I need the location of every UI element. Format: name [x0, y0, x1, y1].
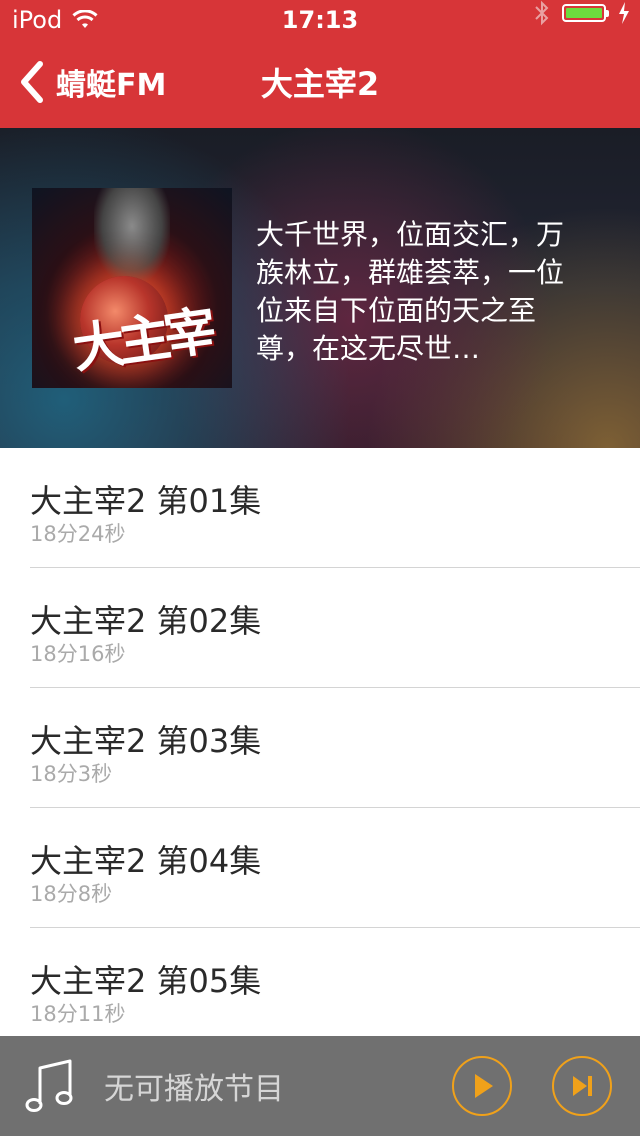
episode-item[interactable]: 大主宰2 第03集 18分3秒 — [0, 688, 640, 808]
album-hero: 大主宰 大千世界，位面交汇，万族林立，群雄荟萃，一位位来自下位面的天之至尊，在这… — [0, 128, 640, 448]
cover-figure — [94, 188, 170, 283]
play-button[interactable] — [452, 1056, 512, 1116]
status-bar: iPod 17:13 — [0, 0, 640, 40]
episode-title: 大主宰2 第04集 — [30, 842, 262, 880]
album-cover: 大主宰 — [32, 188, 232, 388]
episode-title: 大主宰2 第01集 — [30, 482, 262, 520]
back-button[interactable]: 蜻蜓FM — [14, 58, 166, 106]
episode-title: 大主宰2 第03集 — [30, 722, 262, 760]
music-note-icon — [25, 1059, 73, 1112]
episode-item[interactable]: 大主宰2 第01集 18分24秒 — [0, 448, 640, 568]
next-button[interactable] — [552, 1056, 612, 1116]
nav-bar: 大主宰2 蜻蜓FM — [0, 40, 640, 128]
next-icon — [573, 1076, 592, 1096]
episode-duration: 18分11秒 — [30, 1002, 126, 1026]
episode-duration: 18分16秒 — [30, 642, 126, 666]
play-icon — [475, 1074, 493, 1098]
battery-icon — [562, 4, 609, 22]
episode-duration: 18分3秒 — [30, 762, 113, 786]
episode-title: 大主宰2 第05集 — [30, 962, 262, 1000]
album-description: 大千世界，位面交汇，万族林立，群雄荟萃，一位位来自下位面的天之至尊，在这无尽世… — [256, 218, 565, 365]
episode-item[interactable]: 大主宰2 第02集 18分16秒 — [0, 568, 640, 688]
episode-duration: 18分24秒 — [30, 522, 126, 546]
episode-title: 大主宰2 第02集 — [30, 602, 262, 640]
episode-item[interactable]: 大主宰2 第04集 18分8秒 — [0, 808, 640, 928]
mini-player: 无可播放节目 — [0, 1036, 640, 1136]
player-status-text: 无可播放节目 — [104, 1072, 284, 1107]
back-label: 蜻蜓FM — [56, 68, 167, 103]
episode-item[interactable]: 大主宰2 第05集 18分11秒 — [0, 928, 640, 1048]
charging-icon — [619, 2, 629, 24]
episode-duration: 18分8秒 — [30, 882, 113, 906]
bluetooth-icon — [535, 0, 549, 26]
episode-list: 大主宰2 第01集 18分24秒 大主宰2 第02集 18分16秒 大主宰2 第… — [0, 448, 640, 1048]
header: iPod 17:13 大主宰2 蜻蜓FM — [0, 0, 640, 128]
chevron-left-icon — [21, 61, 43, 103]
